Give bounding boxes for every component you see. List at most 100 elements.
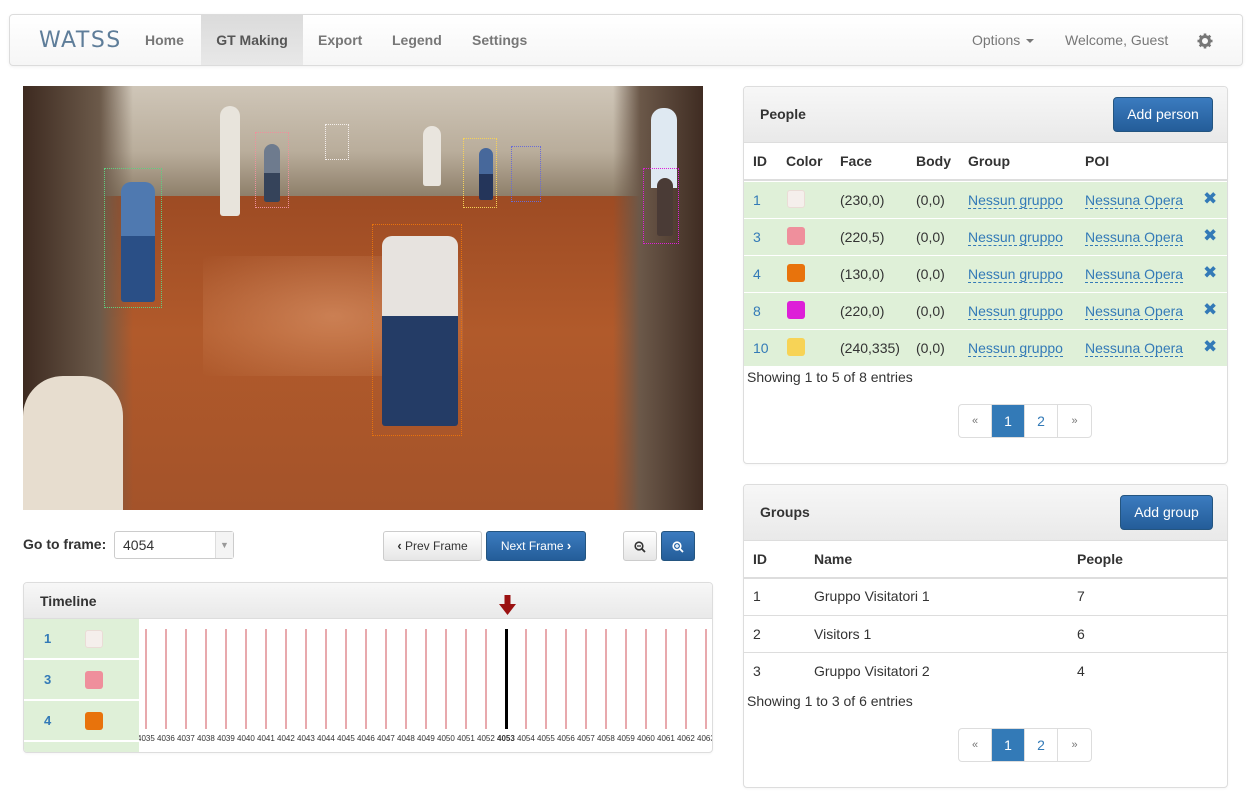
frame-tick[interactable] xyxy=(645,629,647,729)
nav-legend[interactable]: Legend xyxy=(377,15,457,65)
nav-home[interactable]: Home xyxy=(130,15,199,65)
bounding-box[interactable] xyxy=(372,224,462,436)
col-header-color[interactable]: Color xyxy=(786,153,823,169)
frame-tick[interactable] xyxy=(665,629,667,729)
frame-label[interactable]: 4041 xyxy=(257,734,275,743)
frame-tick[interactable] xyxy=(425,629,427,729)
frame-label[interactable]: 4037 xyxy=(177,734,195,743)
frame-tick[interactable] xyxy=(245,629,247,729)
timeline-row[interactable]: 3 xyxy=(24,660,139,700)
group-link[interactable]: Nessun gruppo xyxy=(968,303,1063,320)
welcome-text[interactable]: Welcome, Guest xyxy=(1065,15,1168,65)
page-1-button[interactable]: 1 xyxy=(992,729,1025,761)
remove-icon[interactable]: ✖ xyxy=(1203,189,1217,209)
frame-tick[interactable] xyxy=(285,629,287,729)
color-swatch[interactable] xyxy=(787,264,805,282)
video-frame[interactable] xyxy=(23,86,703,510)
frame-label[interactable]: 4038 xyxy=(197,734,215,743)
page-prev-button[interactable]: « xyxy=(959,405,992,437)
col-header-group[interactable]: Group xyxy=(968,153,1010,169)
frame-label[interactable]: 4054 xyxy=(517,734,535,743)
frame-label[interactable]: 4043 xyxy=(297,734,315,743)
page-2-button[interactable]: 2 xyxy=(1025,405,1058,437)
gear-icon[interactable] xyxy=(1197,15,1213,65)
frame-label[interactable]: 4056 xyxy=(557,734,575,743)
current-frame-line[interactable] xyxy=(505,629,508,729)
group-link[interactable]: Nessun gruppo xyxy=(968,192,1063,209)
color-swatch[interactable] xyxy=(787,190,805,208)
remove-icon[interactable]: ✖ xyxy=(1203,337,1217,357)
poi-link[interactable]: Nessuna Opera xyxy=(1085,303,1184,320)
next-frame-button[interactable]: Next Frame › xyxy=(486,531,586,561)
frame-tick[interactable] xyxy=(445,629,447,729)
frame-label[interactable]: 4062 xyxy=(677,734,695,743)
page-prev-button[interactable]: « xyxy=(959,729,992,761)
frame-label[interactable]: 4060 xyxy=(637,734,655,743)
poi-link[interactable]: Nessuna Opera xyxy=(1085,340,1184,357)
col-header-poi[interactable]: POI xyxy=(1085,153,1109,169)
frame-tick[interactable] xyxy=(585,629,587,729)
frame-label[interactable]: 4047 xyxy=(377,734,395,743)
col-header-id[interactable]: ID xyxy=(753,153,767,169)
col-header-body[interactable]: Body xyxy=(916,153,951,169)
frame-label[interactable]: 4048 xyxy=(397,734,415,743)
nav-settings[interactable]: Settings xyxy=(457,15,542,65)
frame-label[interactable]: 4040 xyxy=(237,734,255,743)
table-row[interactable]: 3 Gruppo Visitatori 2 4 xyxy=(744,652,1227,689)
table-row[interactable]: 1 (230,0) (0,0) Nessun gruppo Nessuna Op… xyxy=(744,181,1227,218)
frame-select[interactable]: 4054 ▼ xyxy=(114,531,234,559)
color-swatch[interactable] xyxy=(787,301,805,319)
nav-export[interactable]: Export xyxy=(303,15,377,65)
frame-label[interactable]: 4052 xyxy=(477,734,495,743)
table-row[interactable]: 3 (220,5) (0,0) Nessun gruppo Nessuna Op… xyxy=(744,218,1227,255)
table-row[interactable]: 2 Visitors 1 6 xyxy=(744,615,1227,652)
page-2-button[interactable]: 2 xyxy=(1025,729,1058,761)
frame-tick[interactable] xyxy=(385,629,387,729)
frame-tick[interactable] xyxy=(205,629,207,729)
table-row[interactable]: 8 (220,0) (0,0) Nessun gruppo Nessuna Op… xyxy=(744,292,1227,329)
page-1-button[interactable]: 1 xyxy=(992,405,1025,437)
group-link[interactable]: Nessun gruppo xyxy=(968,266,1063,283)
table-row[interactable]: 10 (240,335) (0,0) Nessun gruppo Nessuna… xyxy=(744,329,1227,366)
frame-label[interactable]: 4035 xyxy=(139,734,155,743)
remove-icon[interactable]: ✖ xyxy=(1203,263,1217,283)
frame-label[interactable]: 4058 xyxy=(597,734,615,743)
frame-label[interactable]: 4042 xyxy=(277,734,295,743)
frame-label[interactable]: 4053 xyxy=(497,734,515,743)
frame-tick[interactable] xyxy=(625,629,627,729)
frame-label[interactable]: 4055 xyxy=(537,734,555,743)
color-swatch[interactable] xyxy=(787,338,805,356)
group-link[interactable]: Nessun gruppo xyxy=(968,229,1063,246)
options-dropdown[interactable]: Options xyxy=(972,15,1035,65)
remove-icon[interactable]: ✖ xyxy=(1203,300,1217,320)
remove-icon[interactable]: ✖ xyxy=(1203,226,1217,246)
select-arrow-icon[interactable]: ▼ xyxy=(215,532,233,558)
frame-label[interactable]: 4039 xyxy=(217,734,235,743)
frame-tick[interactable] xyxy=(225,629,227,729)
bounding-box[interactable] xyxy=(104,168,162,308)
group-link[interactable]: Nessun gruppo xyxy=(968,340,1063,357)
col-header-name[interactable]: Name xyxy=(814,551,852,567)
frame-tick[interactable] xyxy=(265,629,267,729)
frame-label[interactable]: 4045 xyxy=(337,734,355,743)
timeline-row[interactable]: 1 xyxy=(24,619,139,659)
bounding-box[interactable] xyxy=(643,168,679,244)
table-row[interactable]: 4 (130,0) (0,0) Nessun gruppo Nessuna Op… xyxy=(744,255,1227,292)
frame-tick[interactable] xyxy=(405,629,407,729)
frame-tick[interactable] xyxy=(565,629,567,729)
timeline-frames[interactable]: 4035403640374038403940404041404240434044… xyxy=(139,619,712,749)
frame-tick[interactable] xyxy=(485,629,487,729)
brand-logo[interactable]: WATSS xyxy=(39,28,122,53)
frame-tick[interactable] xyxy=(185,629,187,729)
table-row[interactable]: 1 Gruppo Visitatori 1 7 xyxy=(744,578,1227,615)
color-swatch[interactable] xyxy=(787,227,805,245)
frame-label[interactable]: 4049 xyxy=(417,734,435,743)
timeline-row[interactable]: 8 xyxy=(24,742,139,752)
bounding-box[interactable] xyxy=(325,124,349,160)
frame-tick[interactable] xyxy=(465,629,467,729)
frame-label[interactable]: 4046 xyxy=(357,734,375,743)
bounding-box[interactable] xyxy=(463,138,497,208)
frame-tick[interactable] xyxy=(705,629,707,729)
col-header-people[interactable]: People xyxy=(1077,551,1123,567)
prev-frame-button[interactable]: ‹ Prev Frame xyxy=(383,531,482,561)
